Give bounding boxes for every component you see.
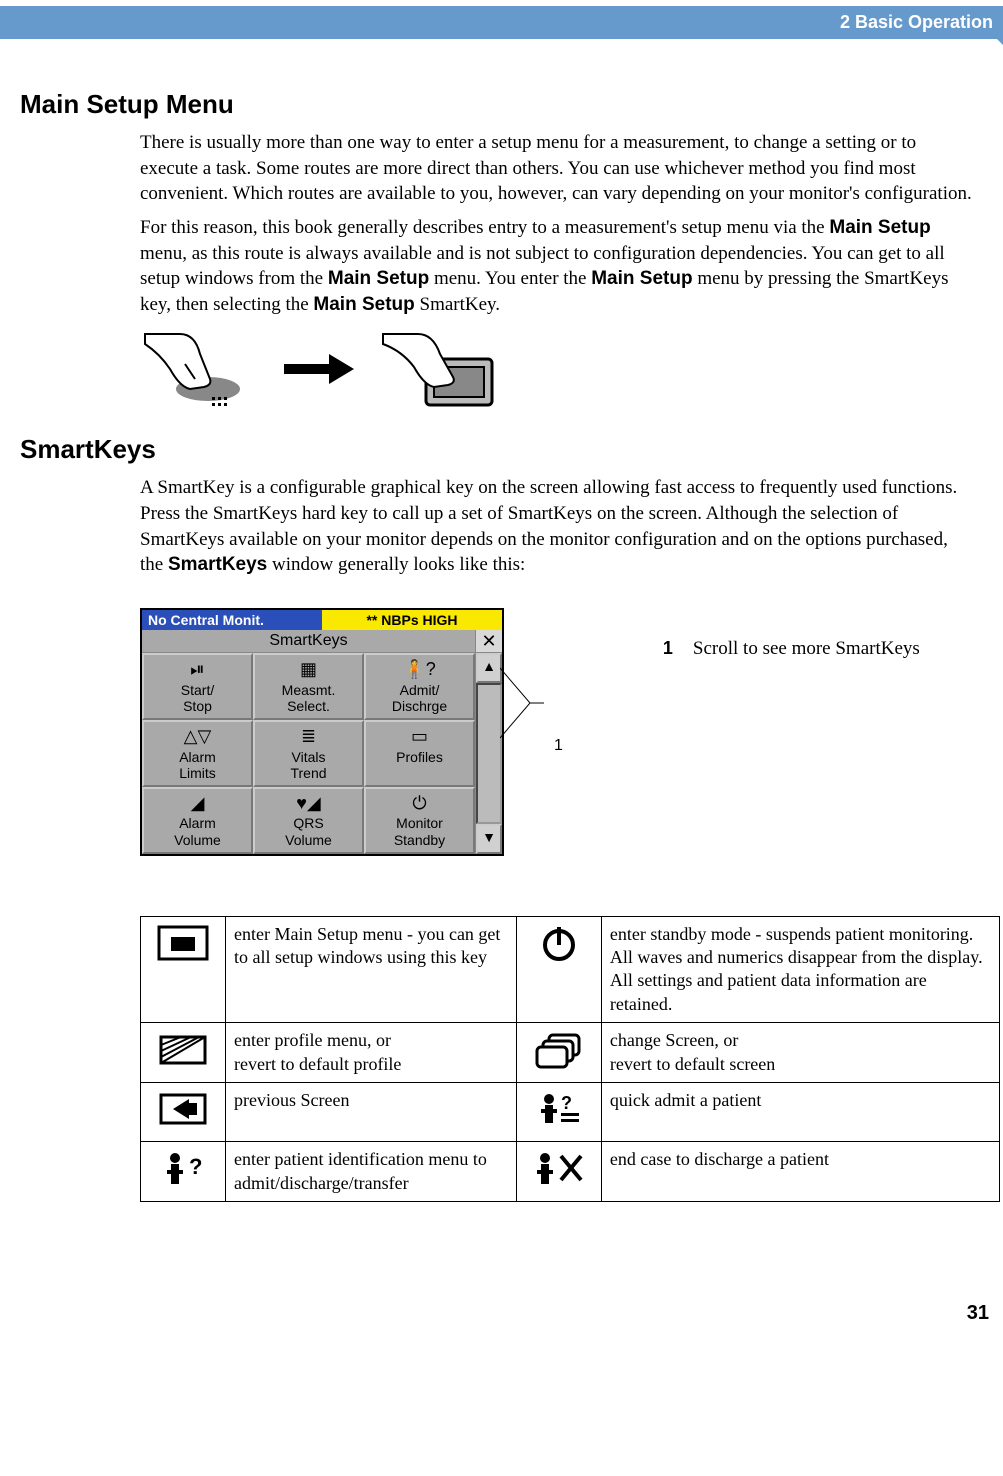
- smartkeys-window: No Central Monit. ** NBPs HIGH SmartKeys…: [140, 608, 504, 856]
- smartkey-alarm-volume[interactable]: ◢Alarm Volume: [142, 787, 253, 854]
- icon-desc: enter Main Setup menu - you can get to a…: [226, 916, 517, 1023]
- arrow-right-icon: [284, 354, 354, 389]
- main-setup-para1: There is usually more than one way to en…: [140, 130, 973, 207]
- monitor-standby-icon: ⏻: [368, 793, 471, 814]
- icon-desc: end case to discharge a patient: [601, 1142, 999, 1202]
- svg-text:?: ?: [189, 1154, 202, 1179]
- close-button[interactable]: ✕: [475, 630, 502, 652]
- scroll-track[interactable]: [476, 683, 502, 824]
- table-row: previous Screen ? quick admit a patient: [141, 1083, 1000, 1142]
- status-no-central: No Central Monit.: [142, 610, 322, 630]
- change-screen-icon: [531, 1029, 587, 1069]
- section-title-smartkeys: SmartKeys: [20, 434, 983, 465]
- chapter-header: 2 Basic Operation: [0, 6, 1003, 39]
- status-alarm: ** NBPs HIGH: [322, 610, 502, 630]
- icon-desc: enter patient identification menu to adm…: [226, 1142, 517, 1202]
- hand-press-key-icon: [140, 329, 260, 414]
- icon-desc: quick admit a patient: [601, 1083, 999, 1142]
- smartkeys-scrollbar[interactable]: ▲ ▼: [475, 653, 502, 854]
- alarm-volume-icon: ◢: [146, 793, 249, 814]
- measmt-select-icon: ▦: [257, 659, 360, 680]
- hand-press-screen-icon: [378, 329, 498, 414]
- alarm-limits-icon: △▽: [146, 726, 249, 747]
- scroll-up-button[interactable]: ▲: [476, 653, 502, 683]
- qrs-volume-icon: ♥◢: [257, 793, 360, 814]
- table-row: enter profile menu, or revert to default…: [141, 1023, 1000, 1083]
- smartkey-profiles[interactable]: ▭Profiles: [364, 720, 475, 787]
- vitals-trend-icon: ≣: [257, 726, 360, 747]
- smartkey-qrs-volume[interactable]: ♥◢QRS Volume: [253, 787, 364, 854]
- scroll-down-button[interactable]: ▼: [476, 824, 502, 854]
- smartkey-measmt-select[interactable]: ▦Measmt. Select.: [253, 653, 364, 720]
- admit-discharge-icon: 🧍?: [368, 659, 471, 680]
- previous-screen-icon: [155, 1089, 211, 1129]
- smartkey-vitals-trend[interactable]: ≣Vitals Trend: [253, 720, 364, 787]
- section-title-main-setup: Main Setup Menu: [20, 89, 983, 120]
- callout-1: 1: [500, 608, 563, 798]
- profiles-icon: ▭: [368, 726, 471, 747]
- icon-desc: enter profile menu, or revert to default…: [226, 1023, 517, 1083]
- smartkey-monitor-standby[interactable]: ⏻Monitor Standby: [364, 787, 475, 854]
- table-row: ? enter patient identification menu to a…: [141, 1142, 1000, 1202]
- svg-text:?: ?: [561, 1093, 572, 1113]
- main-setup-para2: For this reason, this book generally des…: [140, 215, 973, 318]
- standby-icon: [531, 923, 587, 963]
- smartkey-icon-table: enter Main Setup menu - you can get to a…: [140, 916, 1000, 1203]
- icon-desc: previous Screen: [226, 1083, 517, 1142]
- icon-desc: enter standby mode - suspends patient mo…: [601, 916, 999, 1023]
- start-stop-icon: ⏯: [146, 659, 249, 680]
- smartkeys-grid: ⏯Start/ Stop ▦Measmt. Select. 🧍?Admit/ D…: [142, 653, 475, 854]
- legend-number-1: 1: [663, 638, 693, 660]
- smartkey-start-stop[interactable]: ⏯Start/ Stop: [142, 653, 253, 720]
- smartkey-alarm-limits[interactable]: △▽Alarm Limits: [142, 720, 253, 787]
- quick-admit-icon: ?: [531, 1089, 587, 1129]
- smartkeys-para1: A SmartKey is a configurable graphical k…: [140, 475, 973, 578]
- table-row: enter Main Setup menu - you can get to a…: [141, 916, 1000, 1023]
- icon-desc: change Screen, or revert to default scre…: [601, 1023, 999, 1083]
- main-setup-icon: [155, 923, 211, 963]
- smartkeys-window-title: SmartKeys: [142, 630, 475, 652]
- smartkey-admit-discharge[interactable]: 🧍?Admit/ Dischrge: [364, 653, 475, 720]
- press-smartkeys-diagram: [140, 329, 983, 414]
- page-number: 31: [0, 1222, 1003, 1335]
- legend-text-1: Scroll to see more SmartKeys: [693, 638, 920, 660]
- profile-icon: [155, 1029, 211, 1069]
- end-case-icon: [531, 1148, 587, 1188]
- patient-id-icon: ?: [155, 1148, 211, 1188]
